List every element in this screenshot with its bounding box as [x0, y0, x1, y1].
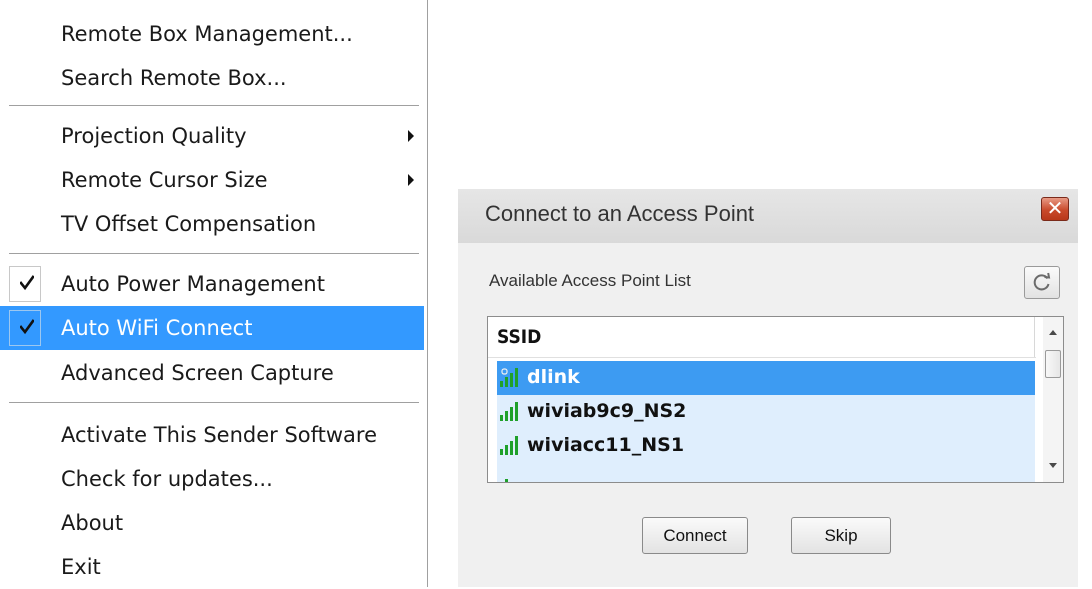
wifi-signal-icon — [500, 436, 518, 455]
menu-item-label: Exit — [61, 555, 101, 579]
menu-item-exit[interactable]: Exit — [0, 545, 424, 589]
column-divider — [1034, 317, 1035, 357]
menu-separator — [9, 105, 419, 106]
close-icon: ✕ — [1046, 196, 1064, 220]
list-scrollbar[interactable] — [1043, 317, 1063, 482]
dialog-title: Connect to an Access Point — [485, 201, 755, 226]
connect-button[interactable]: Connect — [642, 517, 748, 554]
skip-button[interactable]: Skip — [791, 517, 891, 554]
menu-item-label: Projection Quality — [61, 124, 247, 148]
menu-item-label: Advanced Screen Capture — [61, 361, 334, 385]
dialog-titlebar[interactable]: Connect to an Access Point ✕ — [458, 189, 1078, 243]
access-point-ssid: dlink — [527, 366, 580, 388]
menu-item-advanced-screen-capture[interactable]: Advanced Screen Capture — [0, 351, 424, 395]
connect-access-point-dialog: Connect to an Access Point ✕ Available A… — [458, 189, 1078, 587]
access-point-row[interactable]: wiviacc11_NS1 — [497, 429, 1035, 463]
menu-item-tv-offset-compensation[interactable]: TV Offset Compensation — [0, 202, 424, 246]
wifi-signal-icon — [500, 402, 518, 421]
menu-item-projection-quality[interactable]: Projection Quality — [0, 114, 424, 158]
menu-item-label: TV Offset Compensation — [61, 212, 317, 236]
menu-item-search-remote-box[interactable]: Search Remote Box... — [0, 56, 424, 100]
submenu-arrow-icon — [408, 174, 414, 186]
menu-item-label: About — [61, 511, 124, 535]
refresh-button[interactable] — [1024, 266, 1060, 299]
menu-item-label: Auto Power Management — [61, 272, 325, 296]
menu-separator — [9, 402, 419, 403]
access-point-row[interactable]: dlink — [497, 361, 1035, 395]
refresh-icon — [1033, 272, 1051, 291]
wifi-signal-secured-icon — [500, 368, 518, 387]
scroll-up-arrow-icon[interactable] — [1049, 330, 1057, 335]
access-point-list[interactable]: SSID dlink wiviab9c9_NS2 wiviacc11_NS1 — [487, 316, 1064, 483]
access-point-row-partial[interactable] — [497, 463, 1035, 482]
menu-item-label: Activate This Sender Software — [61, 423, 378, 447]
menu-item-check-for-updates[interactable]: Check for updates... — [0, 457, 424, 501]
access-point-row[interactable]: wiviab9c9_NS2 — [497, 395, 1035, 429]
menu-item-about[interactable]: About — [0, 501, 424, 545]
menu-item-auto-wifi-connect[interactable]: Auto WiFi Connect — [0, 306, 424, 350]
menu-border — [427, 0, 428, 587]
access-point-ssid: wiviacc11_NS1 — [527, 434, 685, 456]
menu-item-label: Check for updates... — [61, 467, 273, 491]
access-point-list-label: Available Access Point List — [489, 271, 691, 290]
menu-item-remote-cursor-size[interactable]: Remote Cursor Size — [0, 158, 424, 202]
menu-item-auto-power-management[interactable]: Auto Power Management — [0, 262, 424, 306]
submenu-arrow-icon — [408, 130, 414, 142]
scroll-down-arrow-icon[interactable] — [1049, 463, 1057, 468]
menu-item-label: Search Remote Box... — [61, 66, 287, 90]
access-point-ssid: wiviab9c9_NS2 — [527, 400, 687, 422]
check-icon — [20, 319, 34, 335]
menu-item-label: Remote Cursor Size — [61, 168, 268, 192]
column-header-label: SSID — [497, 326, 542, 348]
close-button[interactable]: ✕ — [1041, 196, 1069, 221]
check-icon — [20, 275, 34, 291]
context-menu: Remote Box Management... Search Remote B… — [0, 0, 430, 587]
menu-item-label: Remote Box Management... — [61, 22, 353, 46]
scrollbar-thumb[interactable] — [1045, 350, 1061, 378]
menu-item-remote-box-management[interactable]: Remote Box Management... — [0, 12, 424, 56]
menu-item-label: Auto WiFi Connect — [61, 316, 253, 340]
menu-separator — [9, 253, 419, 254]
ssid-column-header[interactable]: SSID — [488, 317, 1036, 358]
wifi-signal-icon — [505, 479, 508, 482]
menu-item-activate-sender-software[interactable]: Activate This Sender Software — [0, 413, 424, 457]
